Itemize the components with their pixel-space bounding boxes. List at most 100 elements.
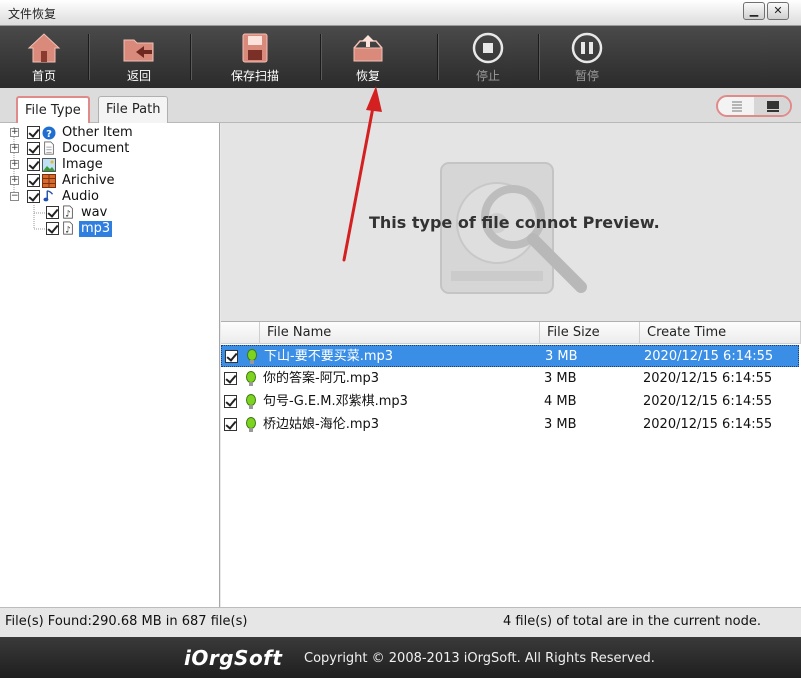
tree-item-image[interactable]: + Image (0, 157, 220, 173)
file-size: 3 MB (544, 371, 577, 386)
tree-checkbox[interactable] (27, 174, 40, 187)
tree-item-other[interactable]: + ? Other Item (0, 125, 220, 141)
save-scan-label: 保存扫描 (230, 69, 279, 83)
preview-view-icon (767, 101, 779, 112)
file-name: 你的答案-阿冗.mp3 (263, 371, 380, 386)
audio-file-icon: ♪ (63, 221, 73, 235)
window-title: 文件恢复 (8, 7, 57, 21)
tree-item-label: Other Item (62, 125, 133, 140)
list-view-icon (732, 101, 742, 112)
preview-pane: This type of file connot Preview. (221, 123, 801, 321)
annotation-arrow (342, 86, 382, 262)
file-size: 4 MB (544, 394, 577, 409)
home-icon (27, 33, 61, 63)
tree-item-label: Document (62, 141, 130, 156)
lightbulb-icon (246, 394, 256, 409)
home-button[interactable]: 首页 (0, 26, 88, 88)
archive-icon (42, 174, 56, 188)
file-size: 3 MB (544, 417, 577, 432)
tree-item-archive[interactable]: + Arichive (0, 173, 220, 189)
close-button[interactable]: ✕ (767, 2, 789, 20)
svg-text:?: ? (46, 129, 52, 140)
pause-label: 暂停 (574, 69, 599, 83)
pause-icon (571, 32, 603, 64)
create-time: 2020/12/15 6:14:55 (644, 349, 774, 364)
audio-file-icon: ♪ (63, 205, 73, 219)
minimize-button[interactable]: ▁ (743, 2, 765, 20)
file-name: 桥边姑娘-海伦.mp3 (263, 417, 380, 432)
music-note-icon (43, 190, 54, 202)
tree-item-audio[interactable]: − Audio (0, 189, 220, 205)
tab-file-path[interactable]: File Path (98, 96, 169, 123)
view-mode-toggle[interactable] (716, 95, 792, 117)
lightbulb-icon (247, 349, 257, 364)
tree-item-wav[interactable]: ♪ wav (0, 205, 220, 221)
file-row[interactable]: 你的答案-阿冗.mp3 3 MB 2020/12/15 6:14:55 (221, 368, 799, 390)
tree-checkbox[interactable] (46, 222, 59, 235)
column-header-file-name[interactable]: File Name (260, 322, 540, 344)
tree-item-label: Audio (62, 189, 99, 204)
column-header-create-time[interactable]: Create Time (640, 322, 801, 344)
save-disk-icon (242, 33, 268, 63)
folder-back-icon (123, 39, 154, 62)
file-name: 下山-要不要买菜.mp3 (264, 349, 394, 364)
no-preview-message: This type of file connot Preview. (369, 213, 660, 232)
create-time: 2020/12/15 6:14:55 (643, 371, 773, 386)
back-label: 返回 (126, 69, 151, 83)
save-scan-button[interactable]: 保存扫描 (191, 26, 319, 88)
recover-tray-icon (353, 35, 383, 62)
image-icon (42, 158, 56, 172)
file-name: 句号-G.E.M.邓紫棋.mp3 (263, 394, 408, 409)
svg-text:♪: ♪ (65, 225, 71, 235)
files-found-text: File(s) Found:290.68 MB in 687 file(s) (5, 614, 248, 629)
column-header-check[interactable] (221, 322, 260, 344)
tree-item-label: wav (81, 205, 108, 220)
svg-text:♪: ♪ (65, 209, 71, 219)
tree-checkbox[interactable] (27, 190, 40, 203)
create-time: 2020/12/15 6:14:55 (643, 417, 773, 432)
file-row[interactable]: 桥边姑娘-海伦.mp3 3 MB 2020/12/15 6:14:55 (221, 414, 799, 436)
collapse-icon[interactable]: − (10, 192, 19, 201)
recover-button[interactable]: 恢复 (321, 26, 415, 88)
row-checkbox[interactable] (224, 395, 237, 408)
preview-view-button[interactable] (754, 97, 790, 115)
copyright-text: Copyright © 2008-2013 iOrgSoft. All Righ… (304, 651, 655, 666)
back-button[interactable]: 返回 (89, 26, 189, 88)
tree-checkbox[interactable] (27, 142, 40, 155)
create-time: 2020/12/15 6:14:55 (643, 394, 773, 409)
column-header-file-size[interactable]: File Size (540, 322, 640, 344)
stop-icon (472, 32, 504, 64)
row-checkbox[interactable] (225, 350, 238, 363)
title-bar: 文件恢复 ▁ ✕ (0, 0, 801, 26)
brand-logo: iOrgSoft (184, 646, 283, 670)
stop-button[interactable]: 停止 (438, 26, 538, 88)
file-row[interactable]: 句号-G.E.M.邓紫棋.mp3 4 MB 2020/12/15 6:14:55 (221, 391, 799, 413)
file-size: 3 MB (545, 349, 578, 364)
tab-bar: File Type File Path (0, 88, 801, 124)
tree-item-label: Arichive (62, 173, 115, 188)
tab-file-type[interactable]: File Type (16, 96, 90, 124)
file-type-tree: + ? Other Item + Document + Image + Aric… (0, 123, 220, 607)
tree-checkbox[interactable] (27, 158, 40, 171)
tree-item-label: Image (62, 157, 103, 172)
file-list: File Name File Size Create Time 下山-要不要买菜… (221, 321, 801, 607)
expand-icon[interactable]: + (10, 160, 19, 169)
node-count-text: 4 file(s) of total are in the current no… (503, 614, 761, 629)
expand-icon[interactable]: + (10, 176, 19, 185)
status-bar: File(s) Found:290.68 MB in 687 file(s) 4… (0, 607, 801, 637)
row-checkbox[interactable] (224, 372, 237, 385)
tree-checkbox[interactable] (46, 206, 59, 219)
pause-button[interactable]: 暂停 (539, 26, 635, 88)
tree-checkbox[interactable] (27, 126, 40, 139)
expand-icon[interactable]: + (10, 144, 19, 153)
toolbar: 首页 返回 保存扫描 恢复 停止 暂停 (0, 26, 801, 88)
stop-label: 停止 (475, 69, 500, 83)
list-view-button[interactable] (718, 97, 756, 115)
file-row[interactable]: 下山-要不要买菜.mp3 3 MB 2020/12/15 6:14:55 (221, 345, 799, 367)
tree-item-document[interactable]: + Document (0, 141, 220, 157)
expand-icon[interactable]: + (10, 128, 19, 137)
tree-item-label-selected: mp3 (79, 221, 113, 237)
tree-item-mp3[interactable]: ♪ mp3 (0, 221, 220, 237)
home-label: 首页 (31, 69, 56, 83)
row-checkbox[interactable] (224, 418, 237, 431)
